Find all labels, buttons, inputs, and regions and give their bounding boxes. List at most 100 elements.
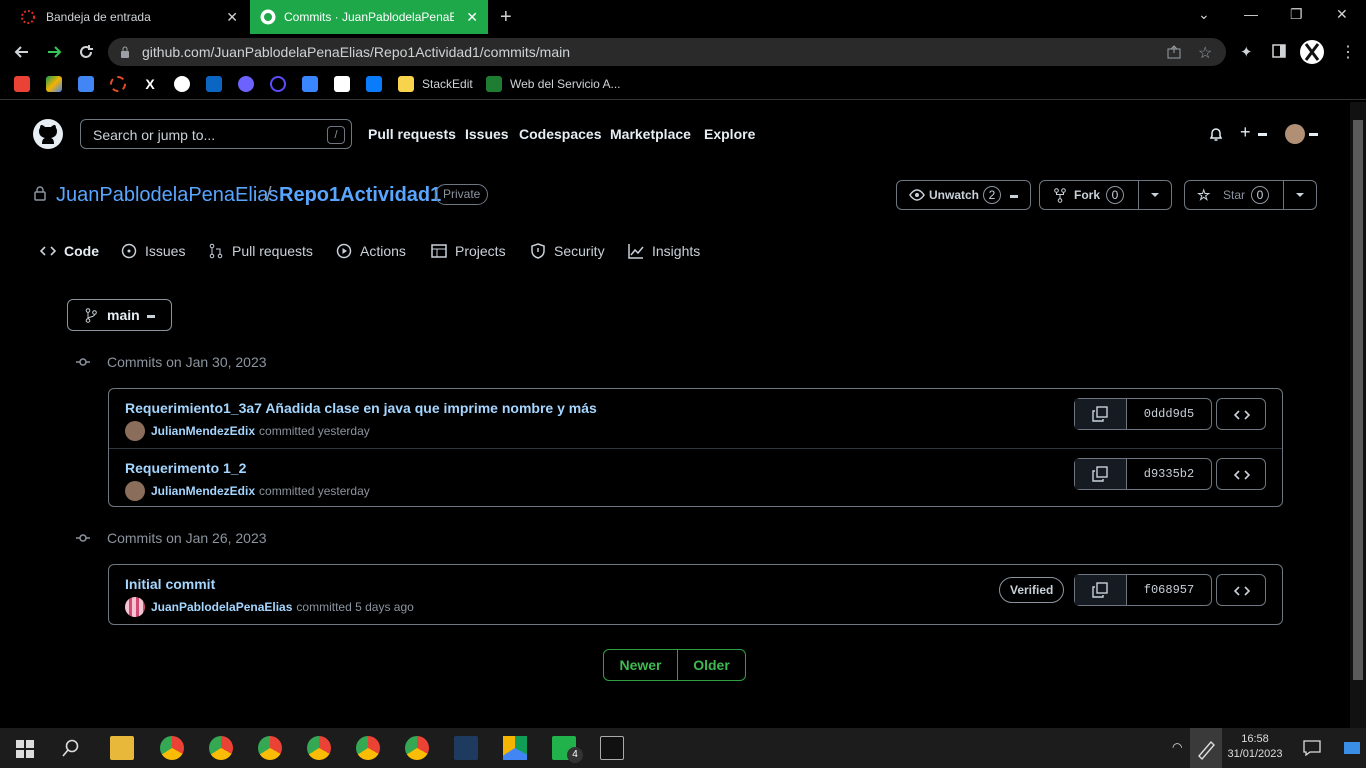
tab-issues[interactable]: Issues xyxy=(121,243,185,259)
tab-projects[interactable]: Projects xyxy=(431,243,506,259)
bookmark-servicio[interactable]: Web del Servicio A... xyxy=(510,77,621,91)
nav-explore[interactable]: Explore xyxy=(704,126,755,142)
calendar-icon[interactable] xyxy=(78,76,94,92)
create-new-icon[interactable]: + xyxy=(1240,122,1251,143)
ide-icon[interactable] xyxy=(454,736,478,760)
tab-search-icon[interactable]: ⌄ xyxy=(1198,6,1210,23)
tab-pull-requests[interactable]: Pull requests xyxy=(208,243,313,259)
commit-message-link[interactable]: Requerimiento1_3a7 Añadida clase en java… xyxy=(125,400,597,416)
scrollbar-thumb[interactable] xyxy=(1353,120,1363,680)
chrome-icon[interactable] xyxy=(356,736,380,760)
author-avatar[interactable] xyxy=(125,421,145,441)
drive-icon[interactable] xyxy=(46,76,62,92)
author-avatar[interactable] xyxy=(125,481,145,501)
commit-sha-link[interactable]: 0ddd9d5 xyxy=(1127,399,1211,429)
user-dropdown-icon[interactable] xyxy=(1309,133,1318,136)
github-icon[interactable] xyxy=(174,76,190,92)
terminal-icon[interactable] xyxy=(600,736,624,760)
verified-badge[interactable]: Verified xyxy=(999,577,1065,603)
copy-sha-button[interactable] xyxy=(1075,459,1127,489)
repo-owner-link[interactable]: JuanPablodelaPenaElias xyxy=(56,184,278,207)
extensions-icon[interactable]: ✦ xyxy=(1240,43,1253,61)
nav-codespaces[interactable]: Codespaces xyxy=(519,126,601,142)
stackedit-icon[interactable] xyxy=(398,76,414,92)
tab-actions[interactable]: Actions xyxy=(336,243,406,259)
search-icon[interactable] xyxy=(270,76,286,92)
commit-sha-link[interactable]: d9335b2 xyxy=(1127,459,1211,489)
browse-repo-button[interactable] xyxy=(1216,574,1266,606)
commit-message-link[interactable]: Requerimento 1_2 xyxy=(125,460,246,476)
taskbar-clock[interactable]: 16:58 31/01/2023 xyxy=(1224,732,1286,762)
newer-button[interactable]: Newer xyxy=(604,650,678,680)
google-drive-icon[interactable] xyxy=(503,736,527,760)
apps-icon[interactable] xyxy=(302,76,318,92)
browse-repo-button[interactable] xyxy=(1216,398,1266,430)
windows-start-icon[interactable] xyxy=(16,740,34,758)
intellij-icon[interactable] xyxy=(366,76,382,92)
repo-name-link[interactable]: Repo1Actividad1 xyxy=(279,184,441,207)
author-link[interactable]: JulianMendezEdix xyxy=(151,484,255,498)
circle-icon[interactable] xyxy=(110,76,126,92)
chrome-icon[interactable] xyxy=(209,736,233,760)
nav-pull-requests[interactable]: Pull requests xyxy=(368,126,456,142)
tab-inbox[interactable]: Bandeja de entrada ✕ xyxy=(8,0,248,34)
side-panel-icon[interactable] xyxy=(1272,44,1286,58)
branch-select-button[interactable]: main xyxy=(67,299,172,331)
andalucia-icon[interactable] xyxy=(486,76,502,92)
pen-icon[interactable] xyxy=(1190,728,1222,768)
search-input[interactable]: Search or jump to... / xyxy=(80,119,352,149)
unwatch-button[interactable]: Unwatch 2 xyxy=(896,180,1031,210)
commit-message-link[interactable]: Initial commit xyxy=(125,576,215,592)
forward-icon[interactable] xyxy=(44,42,64,62)
tab-code[interactable]: Code xyxy=(40,243,99,259)
nav-issues[interactable]: Issues xyxy=(465,126,509,142)
share-icon[interactable] xyxy=(1166,44,1182,60)
copy-sha-button[interactable] xyxy=(1075,399,1127,429)
address-bar[interactable]: github.com/JuanPablodelaPenaElias/Repo1A… xyxy=(108,38,1226,66)
author-avatar[interactable] xyxy=(125,597,145,617)
create-dropdown-icon[interactable] xyxy=(1258,133,1267,136)
minimize-icon[interactable]: — xyxy=(1244,6,1258,22)
taskbar-search-icon[interactable] xyxy=(62,739,80,757)
copy-sha-button[interactable] xyxy=(1075,575,1127,605)
github-logo-icon[interactable] xyxy=(32,118,64,150)
chrome-icon[interactable] xyxy=(258,736,282,760)
restore-icon[interactable]: ❐ xyxy=(1290,6,1303,23)
star-dropdown-icon[interactable] xyxy=(1295,190,1305,200)
file-explorer-icon[interactable] xyxy=(110,736,134,760)
close-tab-icon[interactable]: ✕ xyxy=(226,10,238,24)
back-icon[interactable] xyxy=(12,42,32,62)
play-icon[interactable] xyxy=(238,76,254,92)
x-icon[interactable]: X xyxy=(142,76,158,92)
user-avatar[interactable] xyxy=(1285,124,1305,144)
close-tab-icon[interactable]: ✕ xyxy=(466,10,478,24)
tab-insights[interactable]: Insights xyxy=(628,243,700,259)
chrome-icon[interactable] xyxy=(405,736,429,760)
notification-center-icon[interactable] xyxy=(1303,740,1321,756)
author-link[interactable]: JulianMendezEdix xyxy=(151,424,255,438)
sheet-icon[interactable] xyxy=(334,76,350,92)
author-link[interactable]: JuanPablodelaPenaElias xyxy=(151,600,292,614)
menu-kebab-icon[interactable]: ⋮ xyxy=(1340,42,1356,62)
linkedin-icon[interactable] xyxy=(206,76,222,92)
close-window-icon[interactable]: ✕ xyxy=(1336,6,1348,23)
chrome-icon[interactable] xyxy=(307,736,331,760)
reload-icon[interactable] xyxy=(76,42,96,62)
star-button[interactable]: ☆ Star 0 xyxy=(1184,180,1317,210)
wifi-icon[interactable]: ◠ xyxy=(1172,740,1182,754)
notifications-bell-icon[interactable] xyxy=(1208,126,1224,142)
new-tab-icon[interactable]: + xyxy=(500,6,512,29)
bookmark-star-icon[interactable]: ☆ xyxy=(1198,43,1212,63)
fork-dropdown-icon[interactable] xyxy=(1150,190,1160,200)
gmail-icon[interactable] xyxy=(14,76,30,92)
fork-button[interactable]: Fork 0 xyxy=(1039,180,1172,210)
bookmark-stackedit[interactable]: StackEdit xyxy=(422,77,473,91)
tab-security[interactable]: Security xyxy=(530,243,605,259)
nav-marketplace[interactable]: Marketplace xyxy=(610,126,691,142)
chrome-icon[interactable] xyxy=(160,736,184,760)
commit-sha-link[interactable]: f068957 xyxy=(1127,575,1211,605)
page-scrollbar[interactable] xyxy=(1350,102,1366,728)
browse-repo-button[interactable] xyxy=(1216,458,1266,490)
profile-avatar[interactable] xyxy=(1300,40,1324,64)
older-button[interactable]: Older xyxy=(678,650,745,680)
